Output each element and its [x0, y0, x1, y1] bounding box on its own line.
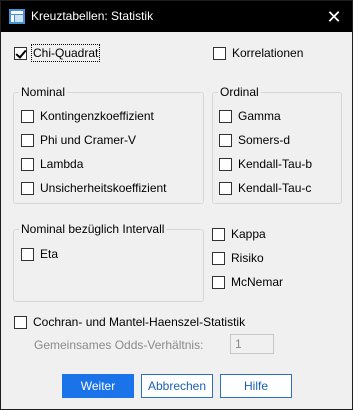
odds-ratio-input[interactable]: 1: [230, 334, 274, 354]
unsicherheitskoeffizient-label: Unsicherheitskoeffizient: [40, 181, 167, 195]
somers-d-label: Somers-d: [238, 133, 291, 147]
kendall-tau-b-label: Kendall-Tau-b: [238, 157, 313, 171]
nominal-group-title: Nominal: [19, 85, 68, 99]
chi-quadrat-checkbox[interactable]: Chi-Quadrat: [14, 44, 101, 62]
checkbox-box[interactable]: [21, 157, 34, 171]
checkbox-box[interactable]: [213, 46, 226, 60]
ordinal-group-title: Ordinal: [218, 85, 261, 99]
checkbox-box[interactable]: [21, 109, 34, 123]
kendall-tau-c-checkbox[interactable]: Kendall-Tau-c: [219, 181, 311, 195]
lambda-label: Lambda: [40, 157, 84, 171]
kappa-label: Kappa: [231, 227, 266, 241]
korrelationen-checkbox[interactable]: Korrelationen: [213, 46, 303, 60]
cmh-label: Cochran- und Mantel-Haenszel-Statistik: [33, 315, 246, 329]
checkbox-box[interactable]: [219, 109, 232, 123]
checkbox-box[interactable]: [219, 181, 232, 195]
interval-group-title: Nominal bezüglich Intervall: [19, 222, 167, 236]
checkbox-box[interactable]: [212, 227, 225, 241]
kendall-tau-b-checkbox[interactable]: Kendall-Tau-b: [219, 157, 312, 171]
mcnemar-checkbox[interactable]: McNemar: [212, 275, 283, 289]
checkbox-box[interactable]: [219, 133, 232, 147]
gamma-checkbox[interactable]: Gamma: [219, 109, 281, 123]
odds-ratio-label: Gemeinsames Odds-Verhältnis:: [34, 338, 204, 352]
close-icon[interactable]: ✕: [324, 7, 344, 27]
kendall-tau-c-label: Kendall-Tau-c: [238, 181, 312, 195]
spss-app-icon: [9, 9, 25, 24]
phi-cramer-label: Phi und Cramer-V: [40, 133, 137, 147]
checkbox-box[interactable]: [21, 133, 34, 147]
phi-cramer-checkbox[interactable]: Phi und Cramer-V: [21, 133, 136, 147]
checkbox-box[interactable]: [21, 247, 34, 261]
interval-group: [13, 229, 204, 302]
risiko-label: Risiko: [231, 251, 264, 265]
kappa-checkbox[interactable]: Kappa: [212, 227, 266, 241]
cmh-checkbox[interactable]: Cochran- und Mantel-Haenszel-Statistik: [14, 315, 245, 329]
weiter-button[interactable]: Weiter: [62, 374, 134, 398]
checkbox-box[interactable]: [21, 181, 34, 195]
somers-d-checkbox[interactable]: Somers-d: [219, 133, 290, 147]
risiko-checkbox[interactable]: Risiko: [212, 251, 264, 265]
checkbox-box[interactable]: [14, 315, 27, 329]
dialog-window: Kreuztabellen: Statistik ✕ Chi-Quadrat K…: [0, 0, 353, 410]
checkbox-box[interactable]: [212, 275, 225, 289]
hilfe-button[interactable]: Hilfe: [220, 374, 292, 398]
mcnemar-label: McNemar: [231, 275, 284, 289]
gamma-label: Gamma: [238, 109, 281, 123]
eta-label: Eta: [40, 247, 59, 261]
unsicherheitskoeffizient-checkbox[interactable]: Unsicherheitskoeffizient: [21, 181, 167, 195]
checkbox-box[interactable]: [14, 46, 27, 60]
abbrechen-button[interactable]: Abbrechen: [141, 374, 213, 398]
checkbox-box[interactable]: [212, 251, 225, 265]
checkbox-box[interactable]: [219, 157, 232, 171]
window-title: Kreuztabellen: Statistik: [31, 9, 154, 23]
chi-quadrat-label: Chi-Quadrat: [30, 44, 101, 62]
lambda-checkbox[interactable]: Lambda: [21, 157, 83, 171]
kontingenzkoeffizient-checkbox[interactable]: Kontingenzkoeffizient: [21, 109, 154, 123]
eta-checkbox[interactable]: Eta: [21, 247, 58, 261]
title-bar: Kreuztabellen: Statistik ✕: [1, 1, 352, 32]
korrelationen-label: Korrelationen: [232, 46, 304, 60]
kontingenzkoeffizient-label: Kontingenzkoeffizient: [40, 109, 154, 123]
